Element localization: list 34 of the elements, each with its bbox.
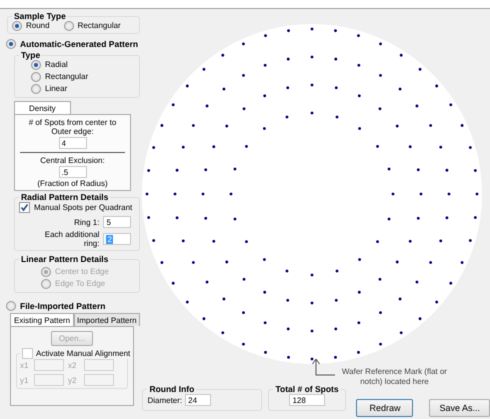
field-label: y1 <box>20 376 30 384</box>
input-field[interactable]: 24 <box>185 394 212 406</box>
radio-option[interactable]: Linear <box>31 84 136 94</box>
group-title: Round Info <box>148 385 196 394</box>
radio-option[interactable]: Rectangular <box>64 21 121 31</box>
field-label: Diameter: <box>147 396 182 404</box>
radio-option[interactable]: Automatic-Generated Pattern <box>6 39 138 49</box>
radio-option[interactable]: Round <box>12 21 50 31</box>
field-label: x2 <box>68 360 78 370</box>
group-title: Total # of Spots <box>274 385 340 394</box>
group-title: Sample Type <box>13 12 67 21</box>
group-title: Type <box>20 51 42 60</box>
radio-option[interactable]: Radial <box>31 60 136 70</box>
group-title: Linear Pattern Details <box>20 255 110 264</box>
field-label: y2 <box>68 376 78 384</box>
input-field[interactable]: 128 <box>289 394 326 406</box>
field-label: Ring 1: <box>74 218 100 226</box>
action-button[interactable]: Redraw <box>356 399 414 417</box>
annotation-text: Wafer Reference Mark (flat or notch) located here <box>340 367 448 387</box>
group-title: Radial Pattern Details <box>20 193 110 202</box>
radio-option[interactable]: Rectangular <box>31 72 136 82</box>
input-field[interactable]: 4 <box>58 137 86 149</box>
input-field[interactable]: 5 <box>103 216 132 228</box>
leader-line <box>312 358 336 378</box>
check-icon <box>20 203 29 212</box>
field-label: Central Exclusion: <box>40 156 105 165</box>
tab[interactable]: Density <box>14 101 71 114</box>
field-label: # of Spots from center to Outer edge: <box>28 118 118 136</box>
checkbox-option[interactable]: Manual Spots per Quadrant <box>19 202 132 213</box>
field-note: (Fraction of Radius) <box>37 179 108 188</box>
field-label: x1 <box>20 360 30 370</box>
input-field[interactable]: .5 <box>58 166 86 178</box>
field-label: Each additional ring: <box>44 230 100 248</box>
action-button[interactable]: Save As... <box>429 399 490 417</box>
